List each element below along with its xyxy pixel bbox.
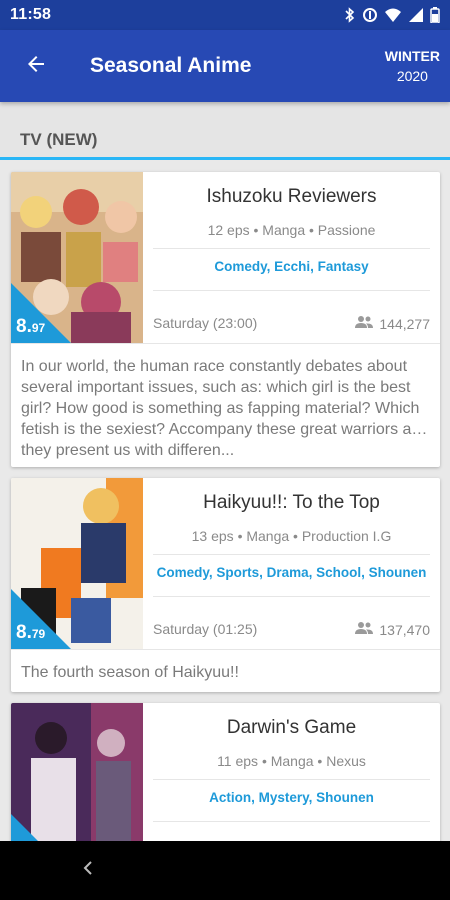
score-badge: 8.97	[16, 316, 45, 338]
wifi-icon	[384, 7, 402, 23]
anime-poster[interactable]: 8.97	[11, 172, 143, 343]
anime-title[interactable]: Haikyuu!!: To the Top	[143, 492, 440, 514]
season-year: 2020	[396, 68, 428, 84]
divider	[153, 290, 430, 291]
anime-info: Haikyuu!!: To the Top 13 eps • Manga • P…	[143, 478, 440, 649]
score-decimal: 79	[31, 627, 46, 641]
signal-icon	[408, 7, 424, 23]
anime-card[interactable]: 8.79 Haikyuu!!: To the Top 13 eps • Mang…	[11, 478, 440, 692]
score-decimal: 97	[31, 321, 46, 335]
anime-meta: 13 eps • Manga • Production I.G	[191, 528, 392, 544]
anime-poster[interactable]	[11, 703, 143, 863]
score-main: 8.	[16, 622, 32, 643]
battery-icon	[430, 7, 440, 23]
divider	[153, 248, 430, 249]
anime-info: Darwin's Game 11 eps • Manga • Nexus Act…	[143, 703, 440, 863]
status-icons	[344, 7, 440, 23]
score-badge: 8.79	[16, 622, 45, 644]
section-divider	[0, 157, 450, 160]
anime-title[interactable]: Darwin's Game	[143, 717, 440, 739]
nav-back-button[interactable]	[78, 861, 98, 881]
arrow-back-icon	[24, 52, 48, 81]
divider	[153, 554, 430, 555]
navigation-bar	[0, 841, 450, 900]
divider	[153, 596, 430, 597]
status-bar: 11:58	[0, 0, 450, 30]
app-bar: Seasonal Anime WINTER 2020	[0, 30, 450, 102]
back-button[interactable]	[0, 30, 72, 102]
member-count-value: 144,277	[379, 315, 430, 332]
season-name: WINTER	[384, 48, 440, 64]
anime-genres: Action, Mystery, Shounen	[209, 790, 374, 805]
member-count: 144,277	[355, 315, 430, 332]
anime-title[interactable]: Ishuzoku Reviewers	[143, 186, 440, 208]
divider	[153, 821, 430, 822]
score-main: 8.	[16, 316, 32, 337]
anime-synopsis: The fourth season of Haikyuu!!	[11, 649, 440, 692]
anime-meta: 12 eps • Manga • Passione	[207, 222, 376, 238]
divider	[153, 779, 430, 780]
airing-time: Saturday (01:25)	[153, 621, 258, 637]
people-icon	[355, 621, 374, 638]
anime-meta: 11 eps • Manga • Nexus	[217, 753, 366, 769]
chevron-left-icon	[82, 860, 94, 881]
data-saver-icon	[362, 7, 378, 23]
people-icon	[355, 315, 374, 332]
anime-genres: Comedy, Ecchi, Fantasy	[214, 259, 369, 274]
anime-poster[interactable]: 8.79	[11, 478, 143, 649]
member-count-value: 137,470	[379, 621, 430, 638]
airing-time: Saturday (23:00)	[153, 315, 258, 331]
status-time: 11:58	[10, 6, 52, 23]
section-header: TV (NEW)	[0, 102, 450, 160]
member-count: 137,470	[355, 621, 430, 638]
anime-info: Ishuzoku Reviewers 12 eps • Manga • Pass…	[143, 172, 440, 343]
anime-card[interactable]: 8.97 Ishuzoku Reviewers 12 eps • Manga •…	[11, 172, 440, 467]
anime-card[interactable]: Darwin's Game 11 eps • Manga • Nexus Act…	[11, 703, 440, 863]
section-title: TV (NEW)	[20, 130, 98, 149]
anime-genres: Comedy, Sports, Drama, School, Shounen	[156, 565, 427, 580]
page-title: Seasonal Anime	[90, 54, 252, 77]
season-selector[interactable]: WINTER 2020	[385, 46, 440, 86]
anime-synopsis: In our world, the human race constantly …	[11, 343, 440, 467]
bluetooth-icon	[344, 7, 356, 23]
